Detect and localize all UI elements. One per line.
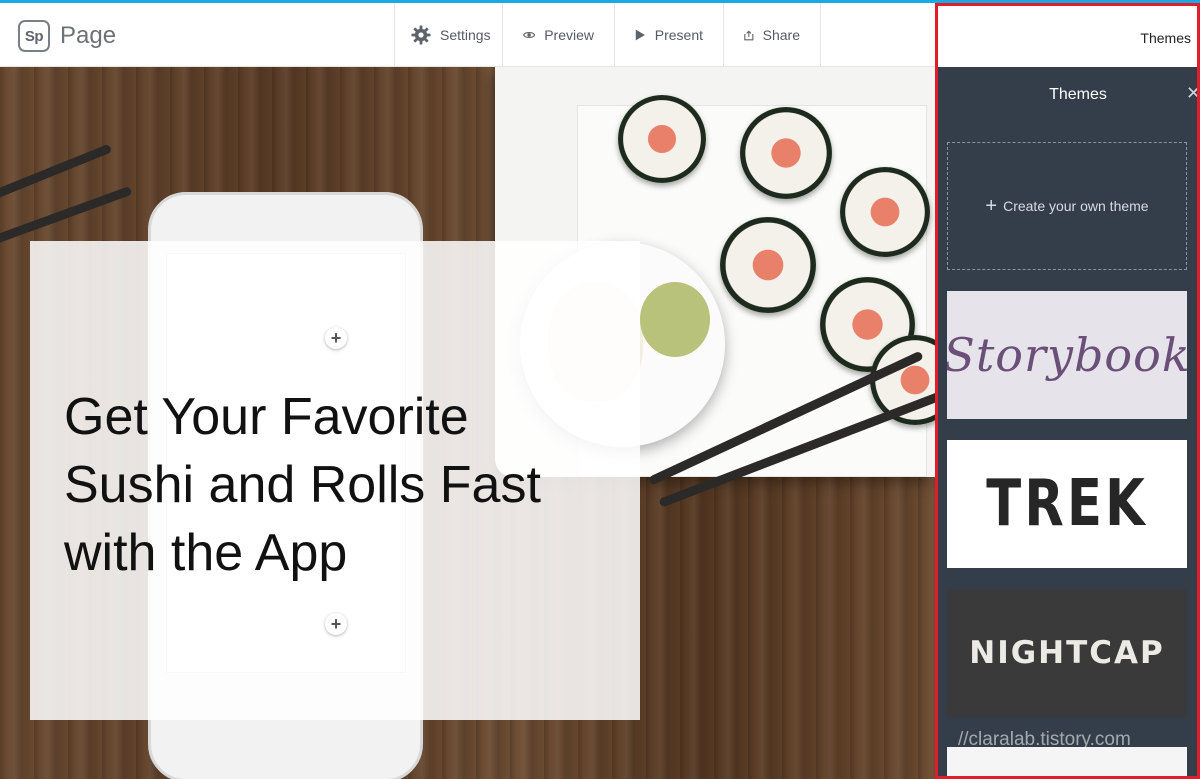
preview-button[interactable]: Preview: [502, 3, 614, 67]
gear-icon: [411, 25, 431, 45]
theme-card-storybook[interactable]: Storybook: [947, 291, 1187, 419]
themes-panel: Themes Themes ✕ + Create your own theme …: [935, 3, 1200, 779]
share-label: Share: [762, 27, 800, 43]
sushi-roll: [740, 107, 832, 199]
create-theme-label: Create your own theme: [1003, 198, 1149, 214]
play-icon: [635, 29, 645, 41]
theme-card-nightcap[interactable]: NIGHTCAP: [947, 589, 1187, 717]
themes-toggle-link[interactable]: Themes: [1140, 30, 1191, 46]
create-theme-button[interactable]: + Create your own theme: [947, 142, 1187, 270]
present-button[interactable]: Present: [614, 3, 723, 67]
add-content-button[interactable]: +: [325, 613, 347, 635]
share-icon: [744, 29, 754, 40]
preview-label: Preview: [544, 27, 594, 43]
close-icon[interactable]: ✕: [1186, 83, 1197, 104]
wasabi: [640, 282, 710, 357]
app-name: Page: [60, 22, 117, 49]
hero-title-line: Sushi and Rolls Fast: [64, 456, 541, 514]
sushi-roll: [618, 95, 706, 183]
hero-title-line: with the App: [64, 524, 348, 582]
theme-name: TREK: [986, 467, 1148, 541]
theme-card-trek[interactable]: TREK: [947, 440, 1187, 568]
watermark-text: //claralab.tistory.com: [958, 729, 1131, 750]
settings-button[interactable]: Settings: [394, 3, 502, 67]
theme-card-partial[interactable]: [947, 747, 1187, 776]
themes-panel-header: Themes: [938, 6, 1197, 67]
add-content-button[interactable]: +: [325, 327, 347, 349]
themes-panel-body: Themes ✕ + Create your own theme Storybo…: [938, 67, 1197, 776]
sushi-roll: [720, 217, 816, 313]
hero-text-box[interactable]: Get Your Favorite Sushi and Rolls Fast w…: [30, 241, 640, 720]
page-canvas[interactable]: Get Your Favorite Sushi and Rolls Fast w…: [0, 67, 935, 779]
eye-icon: [523, 32, 536, 38]
share-button[interactable]: Share: [723, 3, 821, 67]
toolbar: Settings Preview Present Share: [394, 3, 821, 67]
present-label: Present: [654, 27, 703, 43]
hero-title-line: Get Your Favorite: [64, 388, 469, 446]
plus-icon: +: [985, 195, 998, 217]
theme-name: NIGHTCAP: [969, 635, 1165, 671]
themes-panel-title: Themes: [1049, 86, 1107, 103]
hero-title[interactable]: Get Your Favorite Sushi and Rolls Fast w…: [64, 383, 624, 587]
theme-name: Storybook: [947, 328, 1187, 382]
sushi-roll: [840, 167, 930, 257]
app-logo[interactable]: Sp Page: [18, 20, 116, 52]
spark-page-logo-icon: Sp: [18, 20, 50, 52]
settings-label: Settings: [440, 27, 491, 43]
